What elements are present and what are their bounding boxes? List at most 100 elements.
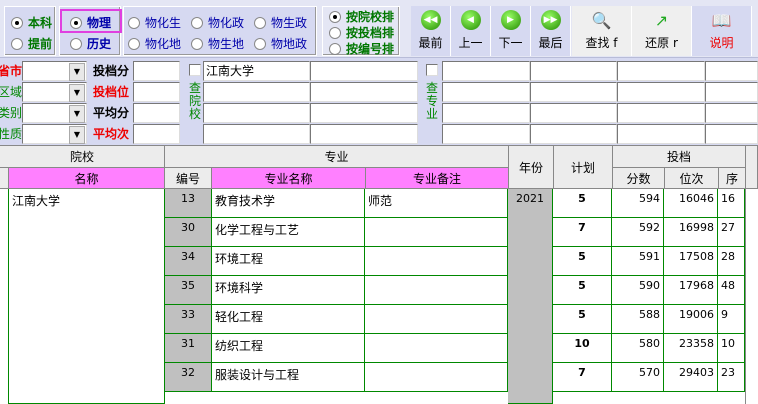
cell-major[interactable]: 轻化工程 [212,305,365,334]
radio-level-benke[interactable]: 本科 [11,14,52,31]
last-button[interactable]: ▶▶ 最后 [531,6,571,56]
major-input[interactable] [442,103,530,123]
major-input[interactable] [442,82,530,102]
cell-seq[interactable]: 10 [718,334,745,363]
cell-seq[interactable]: 27 [718,218,745,247]
cell-code[interactable]: 32 [165,363,212,392]
school-input[interactable] [310,82,418,102]
major-search-checkbox[interactable] [426,64,438,76]
cell-code[interactable]: 35 [165,276,212,305]
find-button[interactable]: 🔍 查找 f [572,6,632,56]
header-rank[interactable]: 位次 [664,167,719,189]
cell-note[interactable] [365,218,508,247]
cell-seq[interactable]: 28 [718,247,745,276]
major-input[interactable] [530,61,617,81]
admit-rank-input[interactable] [133,82,180,102]
major-input[interactable] [530,124,617,144]
cell-score[interactable]: 588 [612,305,664,334]
year-cell[interactable]: 2021 [508,189,553,404]
radio-level-tiqian[interactable]: 提前 [11,35,52,52]
cell-major[interactable]: 教育技术学 [212,189,365,218]
cell-score[interactable]: 592 [612,218,664,247]
radio-sort-code[interactable]: 按编号排 [329,40,394,57]
cell-score[interactable]: 570 [612,363,664,392]
cell-note[interactable] [365,276,508,305]
cell-code[interactable]: 33 [165,305,212,334]
school-input[interactable] [310,61,418,81]
region-select[interactable]: ▼ [22,82,87,102]
cell-seq[interactable]: 9 [718,305,745,334]
cell-plan[interactable]: 5 [553,276,612,305]
major-input[interactable] [530,82,617,102]
cell-rank[interactable]: 16998 [664,218,718,247]
cell-score[interactable]: 590 [612,276,664,305]
radio-combo-2[interactable]: 物化政 [191,14,244,31]
header-major-name[interactable]: 专业名称 [211,167,366,189]
major-input[interactable] [617,124,705,144]
radio-combo-4[interactable]: 物化地 [128,35,181,52]
cell-major[interactable]: 环境科学 [212,276,365,305]
school-input[interactable] [310,124,418,144]
major-input[interactable] [530,103,617,123]
cell-plan[interactable]: 10 [553,334,612,363]
cell-major[interactable]: 服装设计与工程 [212,363,365,392]
nature-select[interactable]: ▼ [22,124,87,144]
cell-seq[interactable]: 16 [718,189,745,218]
header-score[interactable]: 分数 [612,167,665,189]
radio-combo-6[interactable]: 物地政 [254,35,307,52]
cell-rank[interactable]: 17508 [664,247,718,276]
major-input[interactable] [617,61,705,81]
type-select[interactable]: ▼ [22,103,87,123]
cell-plan[interactable]: 5 [553,305,612,334]
cell-note[interactable]: 师范 [365,189,508,218]
cell-major[interactable]: 化学工程与工艺 [212,218,365,247]
cell-major[interactable]: 环境工程 [212,247,365,276]
cell-rank[interactable]: 17968 [664,276,718,305]
radio-physics[interactable]: 物理 [70,14,111,31]
major-input[interactable] [617,103,705,123]
cell-note[interactable] [365,363,508,392]
major-input[interactable] [617,82,705,102]
restore-button[interactable]: ↗ 还原 r [632,6,692,56]
major-input[interactable] [705,61,758,81]
school-input[interactable] [310,103,418,123]
cell-score[interactable]: 580 [612,334,664,363]
major-input[interactable] [705,103,758,123]
school-search-checkbox[interactable] [189,64,201,76]
cell-rank[interactable]: 16046 [664,189,718,218]
major-input[interactable] [705,124,758,144]
school-input[interactable] [203,103,310,123]
school-input[interactable] [203,124,310,144]
cell-code[interactable]: 31 [165,334,212,363]
header-name[interactable]: 名称 [8,167,165,189]
major-input[interactable] [442,124,530,144]
cell-plan[interactable]: 5 [553,189,612,218]
radio-sort-admit[interactable]: 按投档排 [329,24,394,41]
major-input[interactable] [442,61,530,81]
cell-major[interactable]: 纺织工程 [212,334,365,363]
radio-combo-3[interactable]: 物生政 [254,14,307,31]
school-input[interactable]: 江南大学 [203,61,310,81]
cell-score[interactable]: 594 [612,189,664,218]
cell-plan[interactable]: 7 [553,363,612,392]
header-plan[interactable]: 计划 [553,145,613,189]
school-name-cell[interactable]: 江南大学 [8,189,165,404]
radio-combo-1[interactable]: 物化生 [128,14,181,31]
cell-plan[interactable]: 7 [553,218,612,247]
header-code[interactable]: 编号 [164,167,212,189]
cell-rank[interactable]: 23358 [664,334,718,363]
avg-rank-input[interactable] [133,124,180,144]
cell-rank[interactable]: 19006 [664,305,718,334]
cell-seq[interactable]: 48 [718,276,745,305]
major-input[interactable] [705,82,758,102]
cell-code[interactable]: 34 [165,247,212,276]
cell-note[interactable] [365,305,508,334]
next-button[interactable]: ▶ 下一 [491,6,531,56]
cell-code[interactable]: 30 [165,218,212,247]
cell-rank[interactable]: 29403 [664,363,718,392]
header-seq[interactable]: 序 [718,167,746,189]
cell-note[interactable] [365,334,508,363]
header-year[interactable]: 年份 [508,145,554,189]
radio-combo-5[interactable]: 物生地 [191,35,244,52]
cell-plan[interactable]: 5 [553,247,612,276]
